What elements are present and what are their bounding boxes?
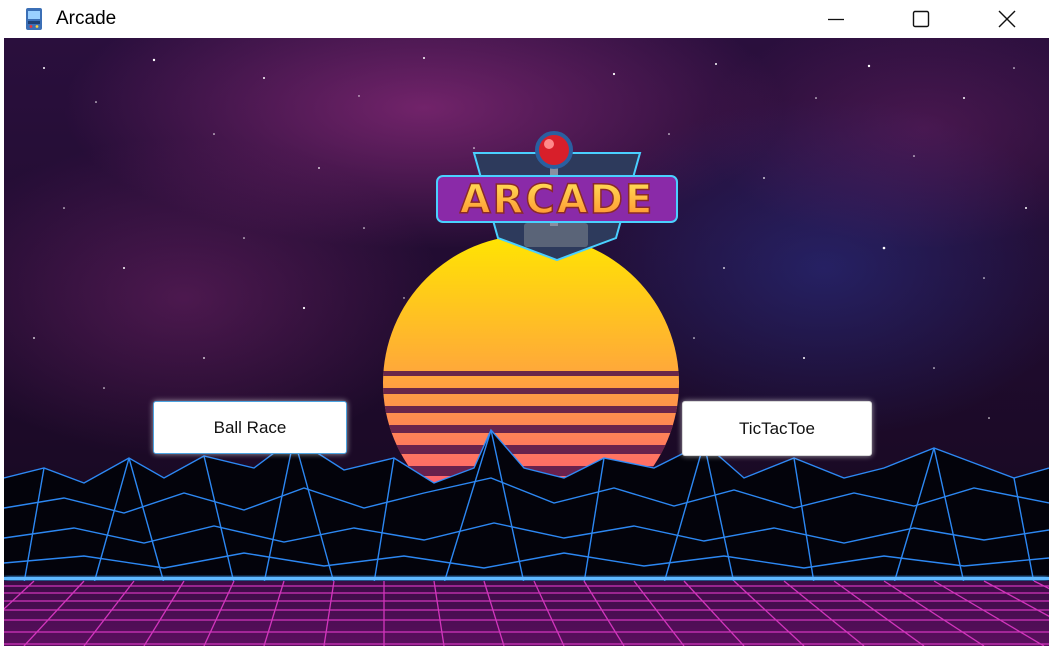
tictactoe-button[interactable]: TicTacToe [682, 401, 872, 456]
maximize-button[interactable] [889, 0, 953, 38]
arcade-background: ARCADE Ball Race TicTacToe [4, 38, 1049, 646]
window-title: Arcade [56, 8, 117, 29]
arcade-cabinet-icon [26, 8, 42, 30]
close-icon [998, 10, 1016, 28]
close-button[interactable] [975, 0, 1039, 38]
synthwave-scene: ARCADE [4, 38, 1049, 646]
minimize-button[interactable] [804, 0, 868, 38]
logo-text: ARCADE [460, 177, 655, 223]
neon-grid-floor [4, 580, 1049, 646]
title-bar[interactable]: Arcade [0, 0, 1049, 38]
ball-race-button[interactable]: Ball Race [153, 401, 347, 454]
arcade-window: Arcade ARCADE Ball Race TicTacToe [0, 0, 1049, 646]
maximize-icon [912, 10, 930, 28]
minimize-icon [828, 18, 844, 21]
